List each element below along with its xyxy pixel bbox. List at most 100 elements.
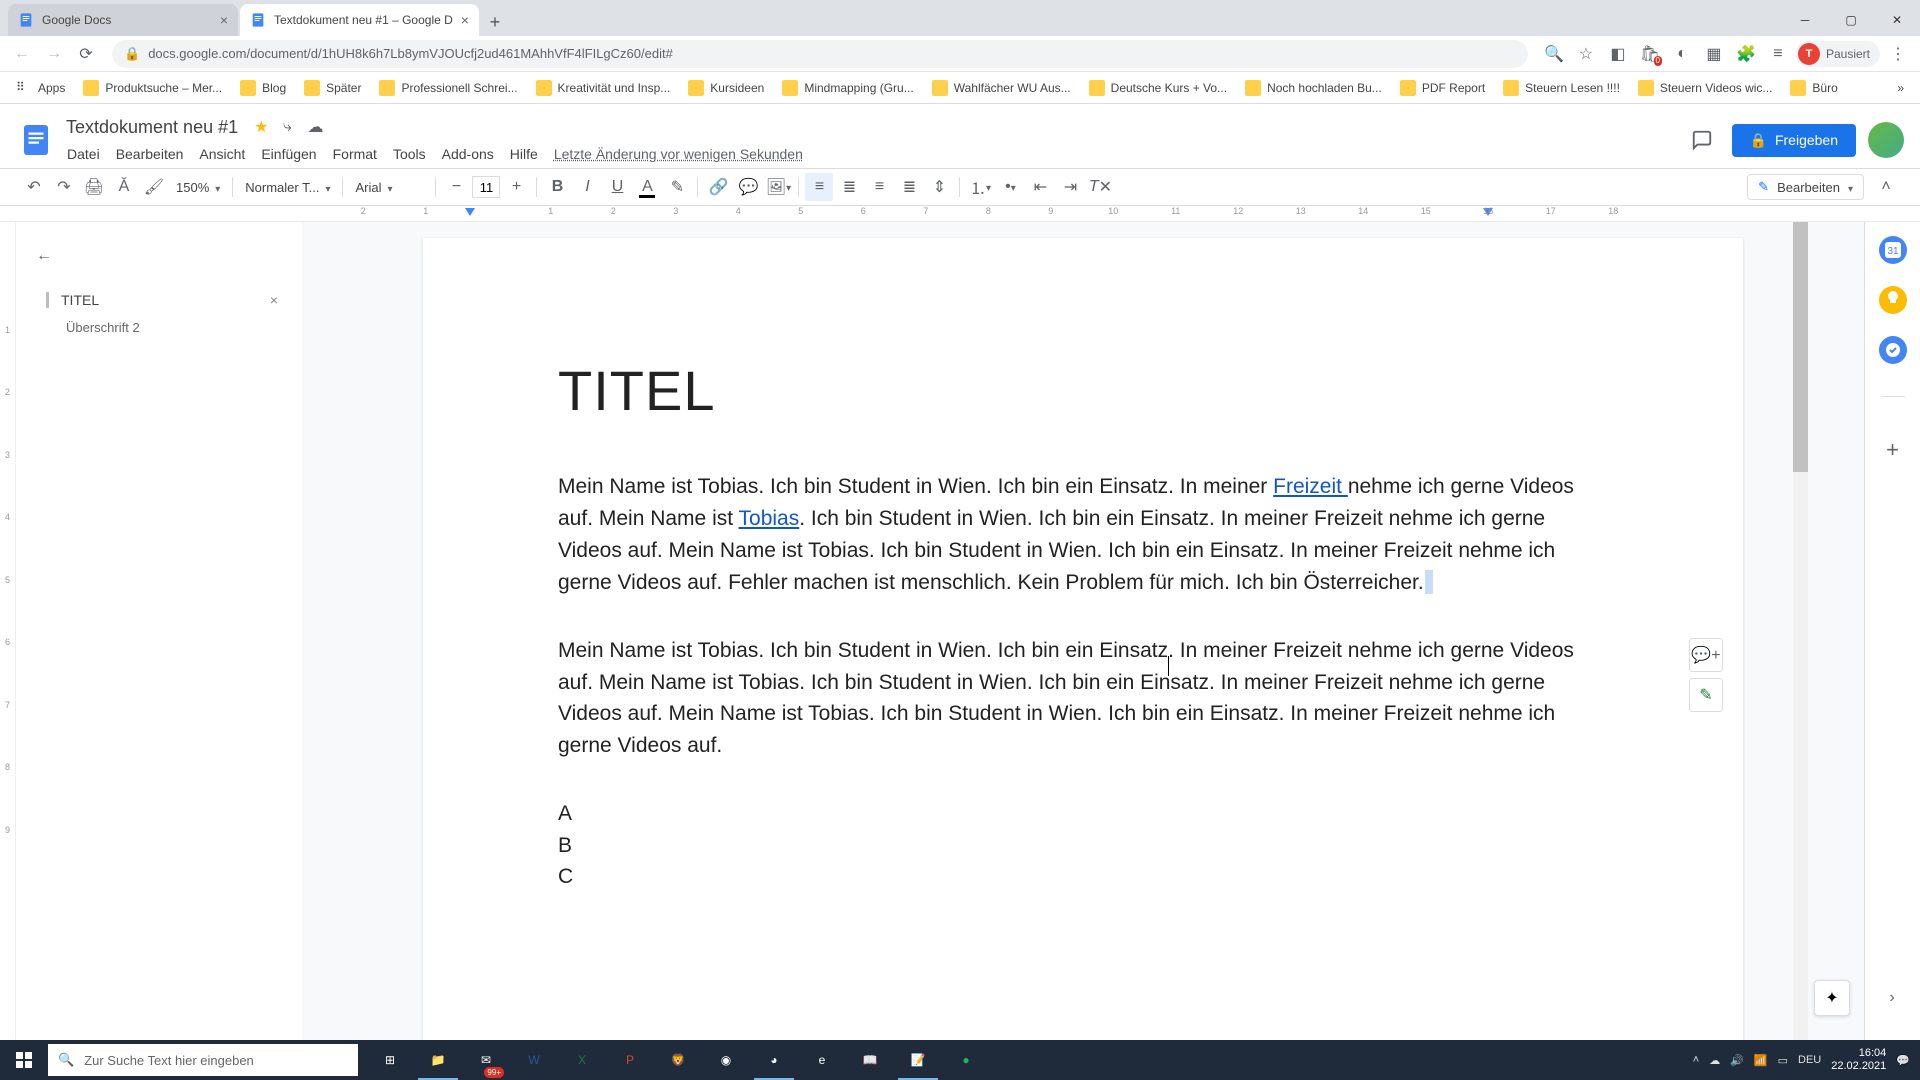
bold-button[interactable]: B xyxy=(543,173,571,201)
paint-format-button[interactable]: 🖌 xyxy=(140,173,168,201)
paragraph-style-select[interactable]: Normaler T... xyxy=(239,176,336,199)
browser-menu-icon[interactable]: ⋮ xyxy=(1884,40,1912,68)
taskbar-search[interactable]: 🔍 Zur Suche Text hier eingeben xyxy=(48,1044,358,1076)
language-indicator[interactable]: DEU xyxy=(1798,1054,1821,1066)
maximize-button[interactable]: ▢ xyxy=(1828,4,1874,36)
bookmark-item[interactable]: Steuern Lesen !!!! xyxy=(1495,76,1628,100)
document-page[interactable]: TITEL Mein Name ist Tobias. Ich bin Stud… xyxy=(423,238,1743,1080)
user-avatar[interactable] xyxy=(1868,122,1904,158)
back-button[interactable]: ← xyxy=(8,40,36,68)
file-explorer-icon[interactable]: 📁 xyxy=(414,1040,462,1080)
outline-back-button[interactable]: ← xyxy=(30,242,58,270)
align-right-button[interactable]: ≡ xyxy=(865,173,893,201)
bookmark-item[interactable]: Produktsuche – Mer... xyxy=(75,76,230,100)
heading-title[interactable]: TITEL xyxy=(558,358,1608,423)
bookmark-item[interactable]: Kursideen xyxy=(680,76,772,100)
extension-icon-2[interactable]: 🛍0 xyxy=(1636,40,1664,68)
suggest-edit-button[interactable]: ✎ xyxy=(1689,678,1723,712)
bookmark-item[interactable]: PDF Report xyxy=(1392,76,1493,100)
comment-history-icon[interactable] xyxy=(1684,122,1720,158)
forward-button[interactable]: → xyxy=(40,40,68,68)
brave-icon[interactable]: 🦁 xyxy=(654,1040,702,1080)
vertical-ruler[interactable]: 1 2 3 4 5 6 7 8 9 xyxy=(0,222,16,1080)
numbered-list-button[interactable]: ⒈ xyxy=(966,173,994,201)
taskbar-clock[interactable]: 16:04 22.02.2021 xyxy=(1831,1047,1886,1073)
decrease-indent-button[interactable]: ⇤ xyxy=(1026,173,1054,201)
last-change-link[interactable]: Letzte Änderung vor wenigen Sekunden xyxy=(547,142,810,166)
menu-addons[interactable]: Add-ons xyxy=(435,142,501,166)
menu-insert[interactable]: Einfügen xyxy=(254,142,323,166)
zoom-select[interactable]: 150% xyxy=(170,176,226,199)
paragraph-2[interactable]: Mein Name ist Tobias. Ich bin Student in… xyxy=(558,635,1608,763)
bookmark-item[interactable]: Deutsche Kurs + Vo... xyxy=(1081,76,1235,100)
print-button[interactable]: 🖨 xyxy=(80,173,108,201)
undo-button[interactable]: ↶ xyxy=(20,173,48,201)
edge-icon[interactable]: e xyxy=(798,1040,846,1080)
extension-icon-4[interactable]: ▦ xyxy=(1700,40,1728,68)
outline-heading-1[interactable]: TITEL × xyxy=(36,286,288,314)
reading-list-icon[interactable]: ≡ xyxy=(1764,40,1792,68)
reader-icon[interactable]: 📖 xyxy=(846,1040,894,1080)
underline-button[interactable]: U xyxy=(603,173,631,201)
bookmark-item[interactable]: Noch hochladen Bu... xyxy=(1237,76,1390,100)
bookmark-item[interactable]: Steuern Videos wic... xyxy=(1630,76,1781,100)
spotify-icon[interactable]: ● xyxy=(942,1040,990,1080)
outline-remove-icon[interactable]: × xyxy=(270,292,278,308)
ime-icon[interactable]: ▭ xyxy=(1778,1054,1788,1067)
insert-image-button[interactable]: 🖼 xyxy=(764,173,792,201)
link-tobias[interactable]: Tobias xyxy=(739,507,800,530)
add-comment-button[interactable]: 💬+ xyxy=(1689,638,1723,672)
bookmark-item[interactable]: Blog xyxy=(232,76,294,100)
menu-format[interactable]: Format xyxy=(326,142,384,166)
align-justify-button[interactable]: ≣ xyxy=(895,173,923,201)
minimize-button[interactable]: ─ xyxy=(1782,4,1828,36)
extensions-menu-icon[interactable]: 🧩 xyxy=(1732,40,1760,68)
new-tab-button[interactable]: + xyxy=(481,8,509,36)
italic-button[interactable]: I xyxy=(573,173,601,201)
link-freizeit[interactable]: Freizeit xyxy=(1273,475,1348,498)
add-addon-button[interactable]: + xyxy=(1886,437,1899,463)
line-spacing-button[interactable]: ⇕ xyxy=(925,173,953,201)
keep-app-icon[interactable] xyxy=(1879,286,1907,314)
collapse-toolbar-button[interactable]: ˄ xyxy=(1872,173,1900,201)
menu-help[interactable]: Hilfe xyxy=(503,142,545,166)
bookmark-item[interactable]: Büro xyxy=(1782,76,1845,100)
volume-icon[interactable]: 🔊 xyxy=(1730,1054,1744,1067)
onedrive-icon[interactable]: ☁ xyxy=(1709,1054,1720,1067)
calendar-app-icon[interactable]: 31 xyxy=(1879,236,1907,264)
docs-logo[interactable] xyxy=(16,120,56,160)
bookmark-item[interactable]: Mindmapping (Gru... xyxy=(774,76,921,100)
network-icon[interactable]: 📶 xyxy=(1754,1054,1768,1067)
font-size-input[interactable] xyxy=(472,176,500,198)
spellcheck-button[interactable]: Ǎ xyxy=(110,173,138,201)
extension-icon-1[interactable]: ◧ xyxy=(1604,40,1632,68)
browser-tab-1[interactable]: Google Docs × xyxy=(8,4,238,36)
zoom-indicator-icon[interactable]: 🔍 xyxy=(1540,40,1568,68)
cloud-status-icon[interactable]: ☁ xyxy=(306,118,324,136)
insert-comment-button[interactable]: 💬 xyxy=(734,173,762,201)
obs-icon[interactable]: ◉ xyxy=(702,1040,750,1080)
bookmarks-overflow[interactable]: » xyxy=(1889,77,1912,99)
font-family-select[interactable]: Arial xyxy=(349,176,429,199)
star-icon[interactable]: ★ xyxy=(254,117,268,137)
bookmark-item[interactable]: Professionell Schrei... xyxy=(371,76,525,100)
extension-icon-3[interactable]: ◐ xyxy=(1668,40,1696,68)
clear-formatting-button[interactable]: T✕ xyxy=(1086,173,1114,201)
document-title[interactable]: Textdokument neu #1 xyxy=(60,115,244,140)
bookmark-item[interactable]: Später xyxy=(296,76,369,100)
menu-edit[interactable]: Bearbeiten xyxy=(109,142,191,166)
menu-view[interactable]: Ansicht xyxy=(192,142,252,166)
align-center-button[interactable]: ≣ xyxy=(835,173,863,201)
align-left-button[interactable]: ≡ xyxy=(805,173,833,201)
list-item-a[interactable]: A xyxy=(558,798,1608,830)
tasks-app-icon[interactable] xyxy=(1879,336,1907,364)
mail-app-icon[interactable]: ✉99+ xyxy=(462,1040,510,1080)
tab-close-1[interactable]: × xyxy=(220,12,228,28)
paragraph-1[interactable]: Mein Name ist Tobias. Ich bin Student in… xyxy=(558,471,1608,599)
bookmark-item[interactable]: Kreativität und Insp... xyxy=(528,76,679,100)
bookmark-item[interactable]: Wahlfächer WU Aus... xyxy=(924,76,1079,100)
tab-close-2[interactable]: × xyxy=(461,12,469,28)
list-item-c[interactable]: C xyxy=(558,861,1608,893)
move-icon[interactable]: ⤷ xyxy=(278,118,296,136)
share-button[interactable]: 🔒 Freigeben xyxy=(1732,124,1856,157)
